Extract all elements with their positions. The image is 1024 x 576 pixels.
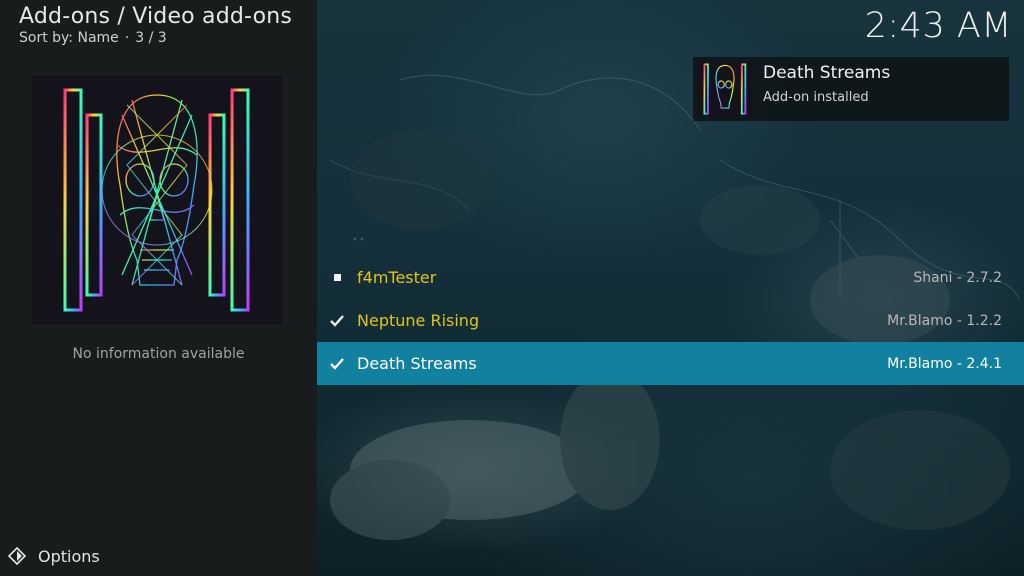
left-info-panel: Add-ons / Video add-ons Sort by: Name · 3 … [0,0,317,576]
options-label: Options [38,546,100,566]
addon-artwork [32,75,282,325]
item-position: 3 / 3 [135,30,167,46]
disabled-square-icon [317,274,357,281]
addon-list: f4mTester Shani - 2.7.2 Neptune Rising M… [317,256,1024,385]
notification-title: Death Streams [763,63,891,83]
enabled-check-icon [317,314,357,327]
addon-name: Neptune Rising [357,311,480,330]
page-title: Add-ons / Video add-ons [19,4,293,29]
death-streams-logo [32,75,282,325]
notification-message: Add-on installed [763,90,869,105]
addon-author-version: Shani - 2.7.2 [913,269,1002,286]
death-streams-logo [697,61,753,117]
addon-author-version: Mr.Blamo - 2.4.1 [887,355,1002,372]
options-button[interactable]: Options [7,546,100,566]
options-icon [7,546,27,566]
notification-thumbnail [697,61,753,117]
sort-info: Sort by: Name · 3 / 3 [19,30,167,46]
addon-name: f4mTester [357,268,437,287]
addon-name: Death Streams [357,354,477,373]
addon-row-neptune-rising[interactable]: Neptune Rising Mr.Blamo - 1.2.2 [317,299,1024,342]
clock: 2:43 AM [864,6,1012,46]
sort-separator: · [124,30,130,46]
notification-toast: Death Streams Add-on installed [693,57,1009,121]
addon-row-f4mtester[interactable]: f4mTester Shani - 2.7.2 [317,256,1024,299]
no-information-text: No information available [72,346,245,362]
sort-label: Sort by: Name [19,30,119,46]
addon-author-version: Mr.Blamo - 1.2.2 [887,312,1002,329]
kodi-addons-window: Add-ons / Video add-ons Sort by: Name · 3 … [0,0,1024,576]
addon-row-death-streams[interactable]: Death Streams Mr.Blamo - 2.4.1 [317,342,1024,385]
enabled-check-icon [317,357,357,370]
